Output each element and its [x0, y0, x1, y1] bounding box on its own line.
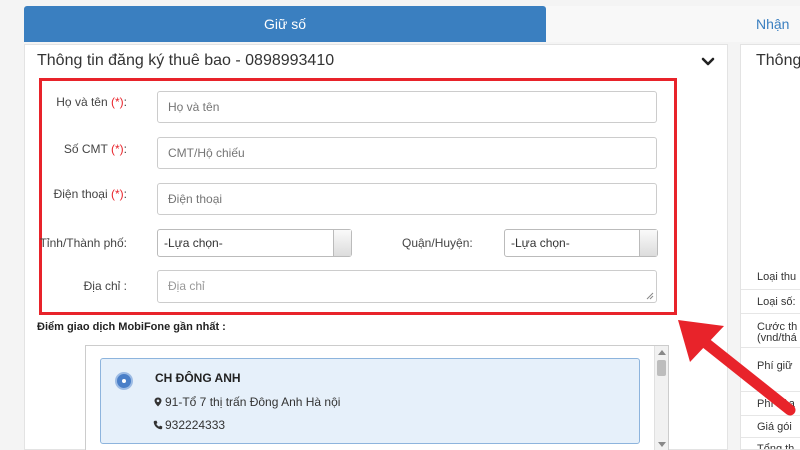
- store-address: 91-Tổ 7 thị trấn Đông Anh Hà nội: [153, 395, 340, 409]
- store-card[interactable]: CH ĐÔNG ANH 91-Tổ 7 thị trấn Đông Anh Hà…: [100, 358, 640, 444]
- province-select[interactable]: -Lựa chọn-: [157, 229, 352, 257]
- address-placeholder: Địa chỉ: [168, 279, 205, 293]
- phone-input[interactable]: [157, 183, 657, 215]
- scroll-up-arrow-icon[interactable]: [658, 350, 666, 355]
- address-label: Địa chỉ :: [83, 279, 127, 293]
- id-card-input[interactable]: [157, 137, 657, 169]
- arrow-annotation-icon: [678, 320, 796, 416]
- province-select-value: -Lựa chọn-: [164, 236, 223, 250]
- summary-row: Tổng th: [741, 437, 800, 449]
- tab-nhan[interactable]: Nhận: [546, 6, 800, 42]
- store-list-scrollbar[interactable]: [654, 346, 668, 450]
- fullname-label: Họ và tên (*):: [56, 95, 127, 109]
- store-radio[interactable]: [115, 372, 133, 390]
- panel-title: Thông tin đăng ký thuê bao - 0898993410: [37, 52, 335, 69]
- district-label: Quận/Huyện:: [402, 236, 473, 250]
- map-pin-icon: [154, 397, 162, 407]
- tab-giu-so[interactable]: Giữ số: [24, 6, 546, 42]
- nearest-store-label: Điểm giao dịch MobiFone gần nhất :: [37, 321, 226, 333]
- phone-icon: [153, 420, 163, 430]
- tab-bar: Giữ số Nhận: [0, 0, 800, 44]
- province-select-arrow[interactable]: [333, 230, 351, 256]
- store-list[interactable]: CH ĐÔNG ANH 91-Tổ 7 thị trấn Đông Anh Hà…: [85, 345, 669, 450]
- scroll-thumb[interactable]: [657, 360, 666, 376]
- store-phone: 932224333: [153, 418, 225, 432]
- phone-label: Điện thoại (*):: [53, 187, 127, 201]
- store-name: CH ĐÔNG ANH: [155, 371, 241, 385]
- registration-panel: Thông tin đăng ký thuê bao - 0898993410 …: [24, 44, 728, 450]
- resize-handle-icon[interactable]: [646, 292, 654, 300]
- summary-panel-title: Thông: [756, 52, 800, 69]
- id-card-label: Số CMT (*):: [63, 142, 127, 156]
- address-textarea[interactable]: Địa chỉ: [157, 270, 657, 303]
- summary-row: Loại thu: [757, 271, 797, 283]
- registration-form: Họ và tên (*): Số CMT (*): Điện thoại (*…: [39, 78, 677, 315]
- district-select-arrow[interactable]: [639, 230, 657, 256]
- scroll-down-arrow-icon[interactable]: [658, 442, 666, 447]
- chevron-down-icon[interactable]: [701, 55, 715, 69]
- province-label: Tỉnh/Thành phố:: [39, 236, 127, 250]
- district-select[interactable]: -Lựa chọn-: [504, 229, 658, 257]
- district-select-value: -Lựa chọn-: [511, 236, 570, 250]
- fullname-input[interactable]: [157, 91, 657, 123]
